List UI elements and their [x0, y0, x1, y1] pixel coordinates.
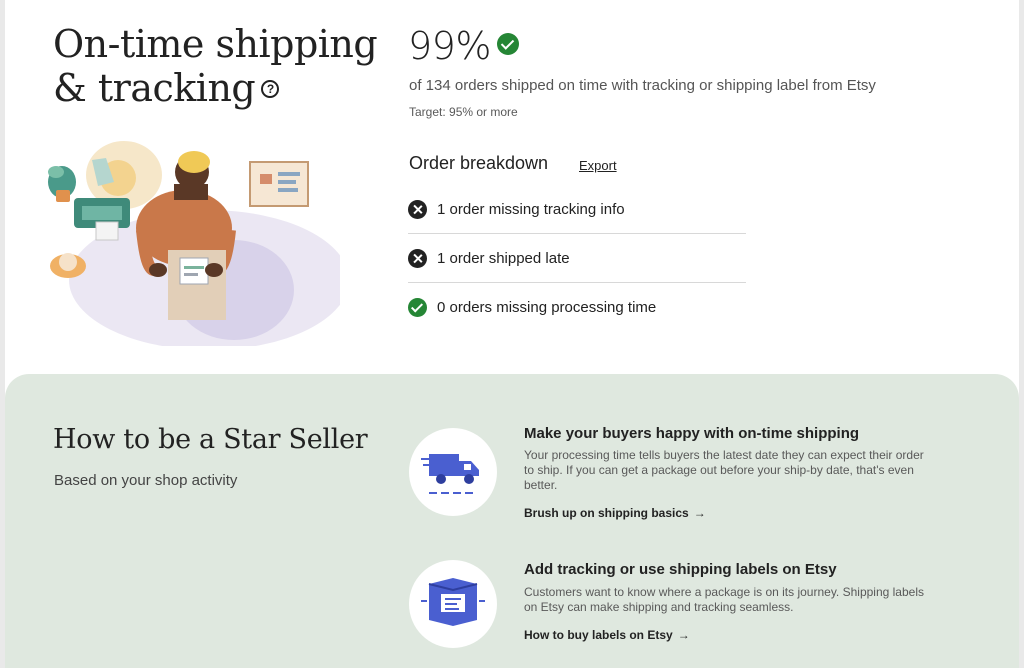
title-line-2: & tracking? [53, 66, 377, 110]
title-line-2-text: & tracking [53, 66, 256, 110]
tip-description: Customers want to know where a package i… [524, 585, 924, 614]
star-seller-subtitle: Based on your shop activity [54, 472, 238, 489]
target-text: Target: 95% or more [409, 105, 518, 119]
shipping-summary: of 134 orders shipped on time with track… [409, 77, 876, 94]
on-time-percentage: 99% [408, 24, 491, 68]
breakdown-item-processing-time: 0 orders missing processing time [408, 283, 746, 331]
star-seller-panel [5, 374, 1019, 668]
title-line-1: On-time shipping [53, 22, 378, 66]
breakdown-item-label: 1 order shipped late [437, 250, 570, 267]
shipping-basics-link[interactable]: Brush up on shipping basics → [524, 506, 706, 520]
delivery-truck-icon [409, 428, 497, 516]
page-title: On-time shipping & tracking? [53, 22, 378, 110]
tip-description: Your processing time tells buyers the la… [524, 448, 924, 492]
tip-title: Add tracking or use shipping labels on E… [524, 561, 837, 578]
arrow-right-icon: → [693, 506, 706, 520]
breakdown-item-shipped-late: 1 order shipped late [408, 235, 746, 283]
arrow-right-icon: → [677, 628, 690, 642]
breakdown-item-label: 0 orders missing processing time [437, 298, 657, 316]
star-seller-title: How to be a Star Seller [53, 424, 368, 455]
order-breakdown-heading: Order breakdown [409, 153, 549, 173]
window-frame-right [1019, 0, 1024, 668]
link-text: Brush up on shipping basics [524, 506, 689, 520]
help-icon[interactable]: ? [261, 79, 280, 98]
check-circle-icon [408, 297, 427, 317]
export-link[interactable]: Export [579, 158, 617, 173]
success-check-icon [497, 33, 519, 55]
x-circle-icon [408, 249, 427, 268]
link-text: How to buy labels on Etsy [524, 628, 673, 642]
breakdown-item-label: 1 order missing tracking info [437, 201, 625, 218]
x-circle-icon [408, 200, 427, 219]
buy-labels-link[interactable]: How to buy labels on Etsy → [524, 628, 690, 642]
seller-packing-illustration [48, 141, 340, 346]
package-label-icon [409, 560, 497, 648]
breakdown-item-missing-tracking: 1 order missing tracking info [408, 186, 746, 234]
tip-title: Make your buyers happy with on-time ship… [524, 425, 860, 442]
